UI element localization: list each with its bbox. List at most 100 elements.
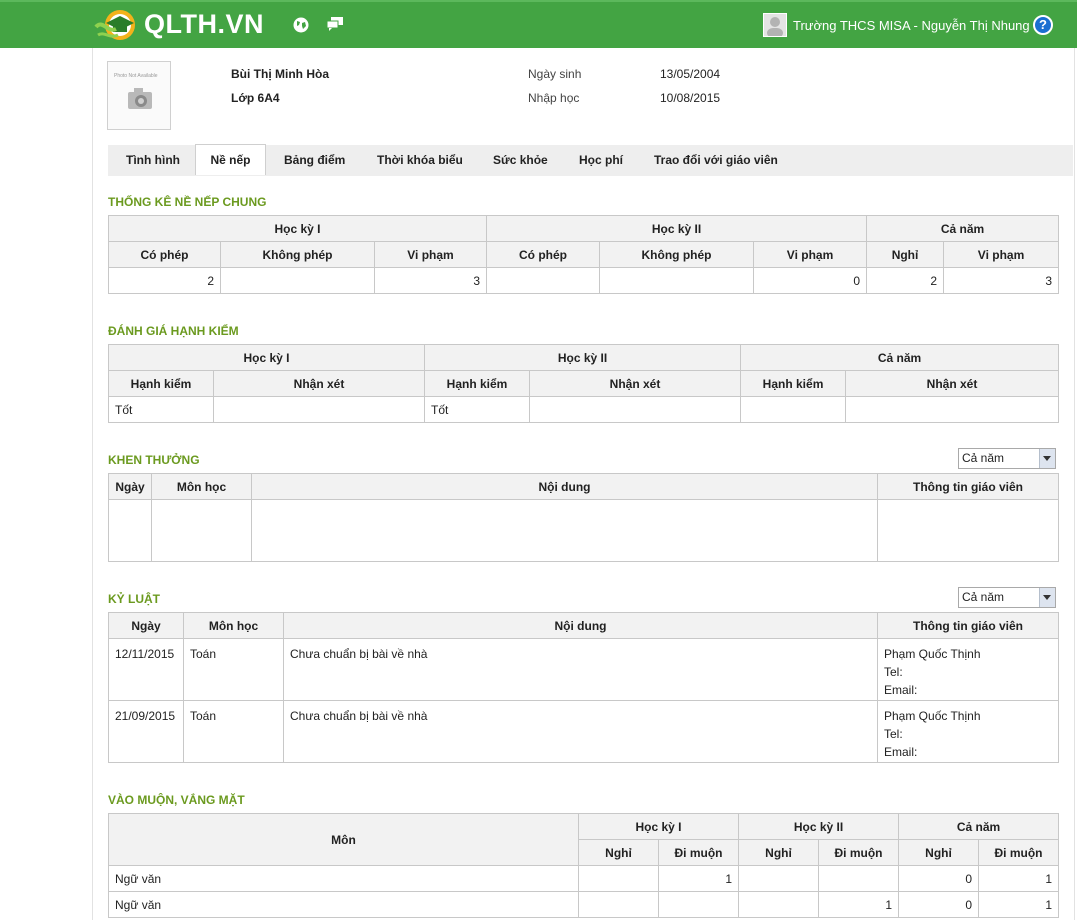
column-header: Không phép: [599, 241, 755, 268]
rewards-title: KHEN THƯỞNG: [108, 453, 200, 467]
rewards-period-select[interactable]: Cả năm: [958, 448, 1056, 469]
group-header: Cả năm: [740, 344, 1060, 371]
table-cell: 2: [108, 267, 221, 294]
column-header: Môn học: [183, 612, 284, 639]
table-cell: 0: [753, 267, 868, 294]
logo[interactable]: QLTH.VN: [94, 4, 264, 44]
tab-ne-nep[interactable]: Nề nếp: [195, 144, 266, 175]
select-value: Cả năm: [962, 590, 1005, 604]
table-cell: Tốt: [424, 396, 530, 423]
column-header: Nội dung: [283, 612, 878, 639]
globe-icon[interactable]: [293, 17, 309, 33]
group-header: Cả năm: [898, 813, 1060, 840]
teacher-tel: Tel:: [884, 727, 903, 741]
enroll-value: 10/08/2015: [660, 91, 721, 105]
empty-row: [108, 499, 1059, 562]
column-header: Môn học: [151, 473, 252, 500]
table-row: 2 3 0 2 3: [108, 267, 1060, 294]
teacher-name: Phạm Quốc Thịnh: [884, 709, 981, 723]
penalties-title: KỶ LUẬT: [108, 592, 160, 606]
column-header: Vi phạm: [373, 241, 488, 268]
rewards-table: Ngày Môn học Nội dung Thông tin giáo viê…: [108, 473, 1059, 562]
group-header: Học kỳ I: [108, 344, 425, 371]
table-row: 21/09/2015 Toán Chưa chuẩn bị bài về nhà…: [108, 700, 1059, 763]
column-header: Hạnh kiểm: [740, 370, 847, 397]
table-cell: Chưa chuẩn bị bài về nhà: [283, 638, 878, 701]
table-cell: [740, 396, 847, 423]
table-cell: 3: [943, 267, 1060, 294]
table-cell: 1: [978, 865, 1060, 892]
teacher-email: Email:: [884, 683, 918, 697]
chevron-down-icon[interactable]: [1039, 449, 1055, 468]
table-cell: Ngữ văn: [108, 891, 579, 918]
table-cell: Chưa chuẩn bị bài về nhà: [283, 700, 878, 763]
table-cell: [578, 865, 659, 892]
tab-hoc-phi[interactable]: Học phí: [579, 153, 623, 167]
table-cell: Toán: [183, 638, 284, 701]
table-cell: 1: [658, 865, 739, 892]
teacher-name: Phạm Quốc Thịnh: [884, 647, 981, 661]
column-header: Nhận xét: [213, 370, 425, 397]
table-cell: Tốt: [108, 396, 214, 423]
table-cell: 1: [978, 891, 1060, 918]
table-cell: [151, 499, 252, 562]
conduct-table: Học kỳ I Học kỳ II Cả năm Hạnh kiểm Nhận…: [108, 344, 1060, 423]
teacher-info: Phạm Quốc Thịnh Tel: Email:: [877, 700, 1059, 763]
enroll-label: Nhập học: [528, 91, 580, 105]
avatar: [763, 13, 787, 37]
discipline-stats-title: THỐNG KÊ NỀ NẾP CHUNG: [108, 195, 267, 209]
discipline-stats-table: Học kỳ I Học kỳ II Cả năm Có phép Không …: [107, 215, 1060, 294]
table-cell: 12/11/2015: [108, 638, 184, 701]
tab-trao-doi[interactable]: Trao đổi với giáo viên: [654, 153, 778, 167]
group-header: Cả năm: [866, 215, 1060, 242]
table-cell: [658, 891, 739, 918]
column-header: Môn: [108, 813, 579, 866]
tab-suc-khoe[interactable]: Sức khỏe: [493, 153, 548, 167]
group-header: Học kỳ II: [486, 215, 868, 242]
tab-bang-diem[interactable]: Bảng điểm: [284, 153, 345, 167]
tab-tinh-hinh[interactable]: Tình hình: [126, 153, 180, 167]
column-header: Hạnh kiểm: [424, 370, 530, 397]
group-header: Học kỳ II: [423, 344, 742, 371]
help-icon[interactable]: ?: [1033, 15, 1053, 35]
table-cell: Toán: [183, 700, 284, 763]
chevron-down-icon[interactable]: [1039, 588, 1055, 607]
photo-caption: Photo Not Available: [114, 73, 158, 79]
select-value: Cả năm: [962, 451, 1005, 465]
column-header: Không phép: [220, 241, 375, 268]
table-row: 12/11/2015 Toán Chưa chuẩn bị bài về nhà…: [108, 638, 1059, 701]
table-cell: 2: [866, 267, 945, 294]
teacher-tel: Tel:: [884, 665, 903, 679]
column-header: Nghỉ: [578, 839, 659, 866]
group-header: Học kỳ I: [578, 813, 739, 840]
column-header: Vi phạm: [943, 241, 1060, 268]
chat-icon[interactable]: [326, 16, 344, 32]
column-header: Ngày: [108, 473, 152, 500]
column-header: Vi phạm: [753, 241, 868, 268]
column-header: Đi muộn: [658, 839, 739, 866]
column-header: Có phép: [108, 241, 221, 268]
attendance-table: Môn Học kỳ I Học kỳ II Cả năm Nghỉ Đi mu…: [108, 813, 1060, 918]
top-bar-edge: [0, 0, 1077, 2]
column-header: Nhận xét: [528, 370, 742, 397]
column-header: Có phép: [486, 241, 601, 268]
user-label: Trường THCS MISA - Nguyễn Thị Nhung: [793, 17, 1030, 33]
column-header: Thông tin giáo viên: [877, 612, 1059, 639]
table-cell: [578, 891, 659, 918]
column-header: Hạnh kiểm: [108, 370, 214, 397]
table-row: Ngữ văn 1 0 1: [108, 865, 1060, 892]
table-cell: [817, 865, 900, 892]
teacher-email: Email:: [884, 745, 918, 759]
tab-thoi-khoa-bieu[interactable]: Thời khóa biểu: [377, 153, 463, 167]
penalties-period-select[interactable]: Cả năm: [958, 587, 1056, 608]
table-cell: [877, 499, 1059, 562]
table-cell: Ngữ văn: [108, 865, 579, 892]
table-cell: 0: [898, 865, 980, 892]
table-cell: [220, 267, 375, 294]
penalties-table: Ngày Môn học Nội dung Thông tin giáo viê…: [108, 612, 1059, 763]
table-cell: 0: [898, 891, 980, 918]
column-header: Nghỉ: [866, 241, 945, 268]
user-menu[interactable]: Trường THCS MISA - Nguyễn Thị Nhung: [763, 13, 1048, 37]
student-class: Lớp 6A4: [231, 91, 280, 105]
conduct-title: ĐÁNH GIÁ HẠNH KIỂM: [108, 324, 239, 338]
